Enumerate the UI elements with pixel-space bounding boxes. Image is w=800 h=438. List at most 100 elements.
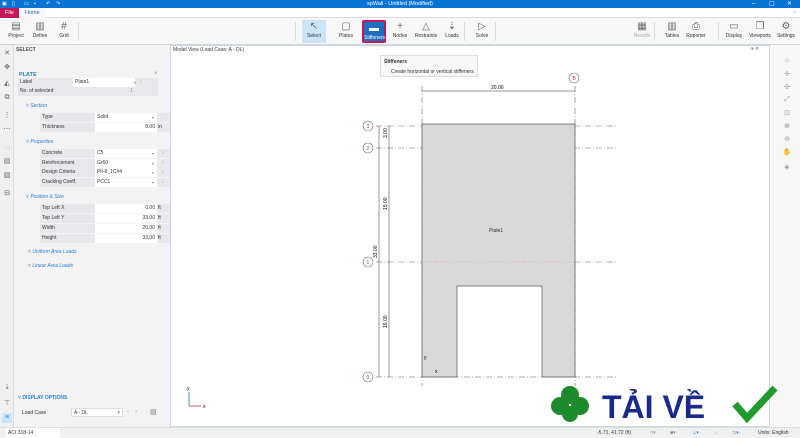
section-header[interactable]: ˅ Properties — [26, 139, 53, 145]
chevron-down-icon: ▾ — [117, 410, 120, 416]
define-button[interactable]: ▥ Define — [28, 20, 52, 43]
grid-label-2[interactable]: 2 — [362, 142, 374, 154]
chevron-right-icon[interactable]: › — [140, 78, 142, 87]
project-button[interactable]: ▤ Project — [4, 20, 28, 43]
hand-icon[interactable]: ✋ — [782, 148, 792, 158]
grid-button[interactable]: # Grid — [52, 20, 76, 43]
grid-label-3[interactable]: 3 — [362, 120, 374, 132]
loads-button[interactable]: ⇣ Loads — [440, 20, 464, 43]
collapsed-section-header[interactable]: ˄ Linear Area Loads — [28, 263, 73, 269]
chevron-right-icon[interactable]: › — [162, 159, 164, 168]
property-value[interactable]: C5 — [95, 149, 157, 158]
chevron-down-icon[interactable]: ▾ — [134, 78, 136, 87]
close-icon[interactable]: ✕ — [2, 49, 12, 59]
stiffeners-button[interactable]: ▬ Stiffeners — [362, 20, 386, 43]
property-value[interactable]: 1 — [73, 87, 135, 96]
vertical-dots-icon[interactable]: ⋮ — [2, 111, 12, 121]
view-cube-icon[interactable]: ◈ — [782, 163, 792, 173]
move-icon[interactable]: ✥ — [2, 63, 12, 73]
results-button[interactable]: ▦ Results — [630, 20, 654, 43]
grid-label-0[interactable]: 0 — [362, 371, 374, 383]
chevron-right-icon[interactable]: › — [162, 149, 164, 158]
paste-icon[interactable]: ▭ — [2, 143, 12, 153]
display-button[interactable]: ▭ Display — [722, 20, 746, 43]
chevron-down-icon[interactable]: ▾ — [152, 159, 154, 168]
collapsed-section-header[interactable]: ˄ Uniform Area Loads — [28, 249, 77, 255]
next-load-case-button[interactable]: › — [135, 409, 137, 415]
ribbon-separator — [78, 22, 79, 41]
restraints-button[interactable]: △ Restraints — [414, 20, 438, 43]
property-value[interactable]: Solid — [95, 113, 157, 122]
button-label: Project — [8, 33, 24, 39]
grid-label-1[interactable]: 1 — [362, 256, 374, 268]
restore-button[interactable]: ▢ — [769, 0, 775, 8]
view-toolbar: ⌂ ✛ ✣ ⤢ ⊡ ⊕ ⊖ ✋ ◈ — [770, 45, 800, 427]
model-view[interactable]: Model View (Load Case: A - DL) ▾ ✕ Plate… — [170, 45, 770, 427]
menu-icon[interactable]: ≡ — [2, 413, 12, 423]
split-icon[interactable]: ⊟ — [2, 189, 12, 199]
nodes-button[interactable]: + Nodes — [388, 20, 412, 43]
dimension-15-bottom: 15.00 — [383, 315, 389, 328]
button-label: Tables — [664, 33, 680, 39]
clipboard-icon[interactable]: ▤ — [2, 157, 12, 167]
property-value[interactable]: 20.00 — [95, 224, 157, 233]
grid-label-b[interactable]: B — [568, 72, 580, 84]
rotate-icon[interactable]: ✣ — [782, 83, 792, 93]
viewports-button[interactable]: ❐ Viewports — [748, 20, 772, 43]
section-header[interactable]: ˅ Position & Size — [26, 194, 64, 200]
property-value[interactable]: Plt-8_1C#4 — [95, 168, 157, 177]
tab-home[interactable]: Home — [20, 8, 45, 18]
horizontal-dots-icon[interactable]: ⋯ — [2, 125, 12, 135]
settings-button[interactable]: ⚙ Settings — [774, 20, 798, 43]
load-case-select[interactable]: A - DL ▾ — [71, 408, 123, 417]
property-row: Top Left X 0.00 ft — [40, 204, 176, 213]
chevron-down-icon[interactable]: ▾ — [152, 149, 154, 158]
chevron-right-icon[interactable]: › — [162, 178, 164, 187]
section-header[interactable]: ˅ Section — [26, 103, 47, 109]
tables-button[interactable]: ▥ Tables — [660, 20, 684, 43]
collapse-ribbon-icon[interactable]: ˄ — [788, 8, 800, 18]
copy-icon[interactable]: ⧉ — [2, 93, 12, 103]
property-value[interactable]: PCC1 — [95, 177, 157, 187]
node-icon: + — [397, 21, 403, 32]
zoom-window-icon[interactable]: ⊡ — [782, 109, 792, 119]
property-value[interactable]: 33.00 — [95, 214, 157, 223]
property-value[interactable]: Plate1 — [73, 78, 135, 87]
reporter-button[interactable]: ⎙ Reporter — [684, 20, 708, 43]
zoom-extents-icon[interactable]: ⤢ — [782, 96, 792, 106]
chevron-down-icon[interactable]: ▾ — [152, 168, 154, 177]
project-icon: ▤ — [11, 21, 21, 32]
pin-icon[interactable]: ⊤ — [2, 399, 12, 409]
image-icon[interactable]: ▧ — [2, 171, 12, 181]
button-label: Loads — [445, 33, 459, 39]
home-view-icon[interactable]: ⌂ — [782, 57, 792, 67]
property-value[interactable]: Gr60 — [95, 158, 157, 168]
select-button[interactable]: ↖ Select — [302, 20, 326, 43]
property-value[interactable]: 33.00 — [95, 234, 157, 243]
mirror-icon[interactable]: ◭ — [2, 79, 12, 89]
tooltip-text: Create horizontal or vertical stiffeners — [391, 69, 474, 75]
plates-button[interactable]: ▢ Plates — [334, 20, 358, 43]
close-group-icon[interactable]: × — [154, 71, 158, 77]
minimize-button[interactable]: – — [752, 0, 755, 8]
tab-file[interactable]: File — [0, 8, 19, 18]
button-label: Define — [32, 33, 48, 39]
close-button[interactable]: ✕ — [787, 0, 792, 8]
button-label: Settings — [776, 33, 796, 39]
chevron-down-icon[interactable]: ▾ — [152, 113, 154, 122]
sort-icon[interactable]: ⇣ — [2, 383, 12, 393]
property-value[interactable]: 0.00 — [95, 204, 157, 213]
legend-icon[interactable]: ▤ — [150, 408, 157, 416]
solve-button[interactable]: ▷ Solve — [470, 20, 494, 43]
chevron-right-icon[interactable]: › — [162, 168, 164, 177]
drawing-canvas[interactable]: Plate1 20.00 3.00 15.00 33.00 15.00 B 3 2… — [171, 46, 771, 428]
zoom-out-icon[interactable]: ⊖ — [782, 135, 792, 145]
previous-load-case-button[interactable]: ‹ — [127, 409, 129, 415]
pan-icon[interactable]: ✛ — [782, 70, 792, 80]
property-value[interactable]: 8.00 — [95, 123, 157, 132]
zoom-in-icon[interactable]: ⊕ — [782, 122, 792, 132]
button-label: Restraints — [414, 33, 438, 39]
display-options-header[interactable]: ˅ DISPLAY OPTIONS — [18, 395, 67, 401]
chevron-down-icon[interactable]: ▾ — [152, 178, 154, 187]
plate-shape[interactable] — [421, 123, 576, 378]
